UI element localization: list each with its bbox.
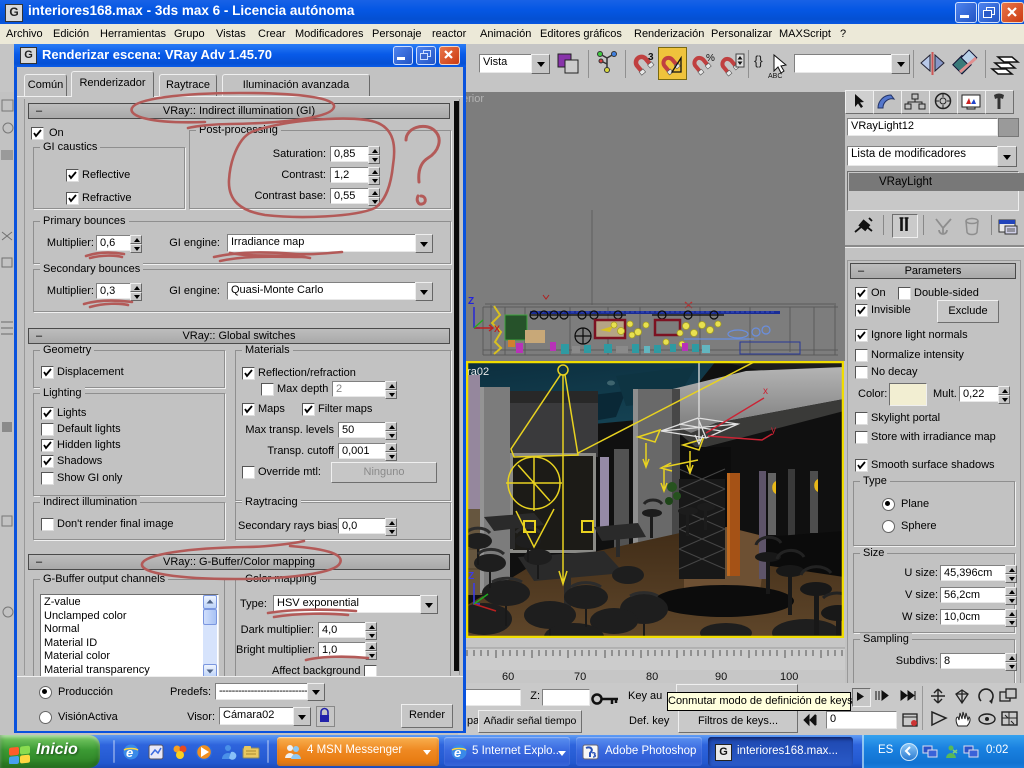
svg-text:70: 70 — [574, 671, 586, 683]
svg-text:80: 80 — [646, 671, 658, 683]
svg-text:{}: {} — [754, 53, 763, 68]
svg-text:e: e — [454, 745, 461, 760]
svg-text:X: X — [494, 324, 500, 334]
svg-text:y: y — [771, 425, 776, 436]
svg-text:erior: erior — [466, 93, 484, 105]
svg-text:x: x — [763, 386, 768, 397]
svg-text:e: e — [126, 745, 133, 760]
svg-text:ara02: ara02 — [466, 366, 489, 378]
svg-text:100: 100 — [780, 671, 798, 683]
svg-text:%: % — [706, 53, 715, 64]
svg-text:90: 90 — [715, 671, 727, 683]
svg-text:Z: Z — [468, 296, 474, 307]
svg-text:60: 60 — [502, 671, 514, 683]
svg-text:ABC: ABC — [768, 73, 782, 80]
svg-text:3: 3 — [648, 52, 654, 63]
svg-text:Z: Z — [468, 571, 474, 582]
